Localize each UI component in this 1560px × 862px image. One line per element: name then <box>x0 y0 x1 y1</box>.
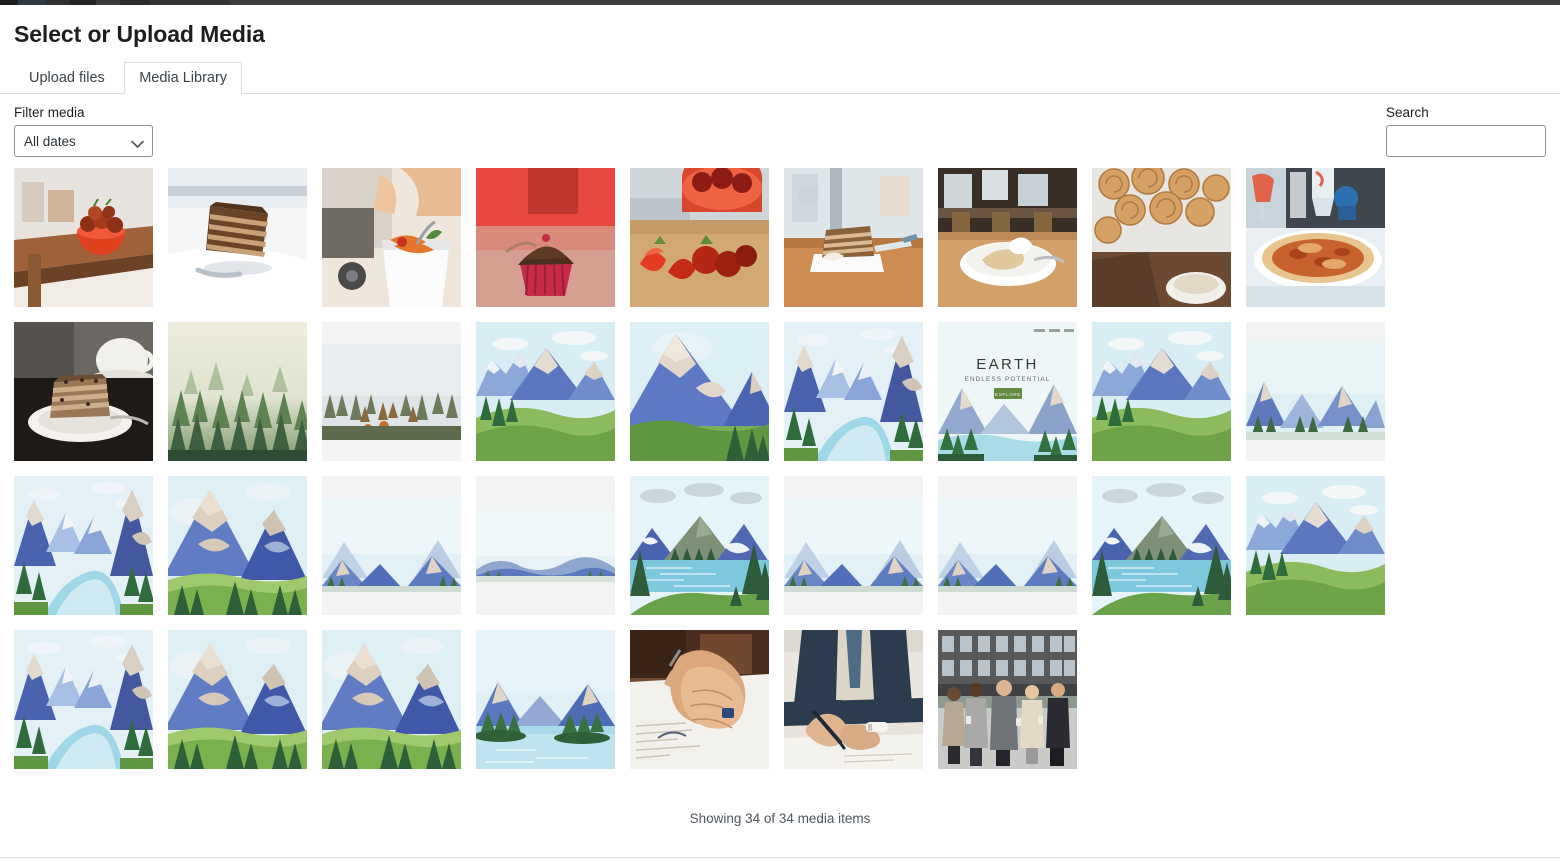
media-item-33[interactable] <box>784 630 923 769</box>
media-item-18[interactable] <box>1246 322 1385 461</box>
media-item-10[interactable] <box>14 322 153 461</box>
media-item-23[interactable] <box>630 476 769 615</box>
media-thumbnail-31 <box>476 630 615 769</box>
media-item-12[interactable] <box>322 322 461 461</box>
media-item-34[interactable] <box>938 630 1077 769</box>
search-input[interactable] <box>1386 125 1546 157</box>
media-thumbnail-7 <box>938 168 1077 307</box>
svg-text:ENDLESS POTENTIAL: ENDLESS POTENTIAL <box>965 376 1051 383</box>
media-thumbnail-28 <box>14 630 153 769</box>
media-count-status: Showing 34 of 34 media items <box>689 811 871 826</box>
media-item-14[interactable] <box>630 322 769 461</box>
media-item-29[interactable] <box>168 630 307 769</box>
search-group: Search <box>1386 94 1546 157</box>
media-thumbnail-33 <box>784 630 923 769</box>
media-thumbnail-32 <box>630 630 769 769</box>
media-item-6[interactable] <box>784 168 923 307</box>
media-thumbnail-23 <box>630 476 769 615</box>
media-item-30[interactable] <box>322 630 461 769</box>
media-item-31[interactable] <box>476 630 615 769</box>
media-thumbnail-1 <box>14 168 153 307</box>
media-thumbnail-10 <box>14 322 153 461</box>
media-item-22[interactable] <box>476 476 615 615</box>
media-thumbnail-8 <box>1092 168 1231 307</box>
media-thumbnail-16: EARTH ENDLESS POTENTIAL EXPLORE <box>938 322 1077 461</box>
filter-media-label: Filter media <box>14 105 85 120</box>
filter-bar: Filter media All dates Search <box>0 94 1560 157</box>
media-thumbnail-21 <box>322 476 461 615</box>
filter-media-group: Filter media All dates <box>14 94 153 157</box>
media-item-20[interactable] <box>168 476 307 615</box>
media-thumbnail-11 <box>168 322 307 461</box>
media-item-16[interactable]: EARTH ENDLESS POTENTIAL EXPLORE <box>938 322 1077 461</box>
media-grid: EARTH ENDLESS POTENTIAL EXPLORE <box>14 168 1548 784</box>
media-thumbnail-6 <box>784 168 923 307</box>
search-label: Search <box>1386 105 1429 120</box>
media-item-24[interactable] <box>784 476 923 615</box>
media-thumbnail-30 <box>322 630 461 769</box>
media-thumbnail-15 <box>784 322 923 461</box>
media-thumbnail-5 <box>630 168 769 307</box>
media-thumbnail-24 <box>784 476 923 615</box>
media-thumbnail-29 <box>168 630 307 769</box>
media-item-7[interactable] <box>938 168 1077 307</box>
media-thumbnail-18 <box>1246 322 1385 461</box>
media-thumbnail-4 <box>476 168 615 307</box>
svg-text:EXPLORE: EXPLORE <box>995 392 1021 397</box>
media-item-17[interactable] <box>1092 322 1231 461</box>
media-item-1[interactable] <box>14 168 153 307</box>
media-item-15[interactable] <box>784 322 923 461</box>
page-title: Select or Upload Media <box>14 21 265 47</box>
media-thumbnail-27 <box>1246 476 1385 615</box>
media-item-27[interactable] <box>1246 476 1385 615</box>
svg-text:EARTH: EARTH <box>976 356 1039 373</box>
media-item-11[interactable] <box>168 322 307 461</box>
media-tabs: Upload files Media Library <box>0 62 1560 94</box>
media-item-2[interactable] <box>168 168 307 307</box>
media-item-4[interactable] <box>476 168 615 307</box>
media-thumbnail-19 <box>14 476 153 615</box>
media-item-26[interactable] <box>1092 476 1231 615</box>
media-item-21[interactable] <box>322 476 461 615</box>
media-thumbnail-9 <box>1246 168 1385 307</box>
media-thumbnail-34 <box>938 630 1077 769</box>
media-modal: Select or Upload Media Upload files Medi… <box>0 5 1560 858</box>
tab-media-library[interactable]: Media Library <box>124 62 243 94</box>
media-thumbnail-22 <box>476 476 615 615</box>
media-thumbnail-20 <box>168 476 307 615</box>
media-thumbnail-12 <box>322 322 461 461</box>
media-item-3[interactable] <box>322 168 461 307</box>
media-thumbnail-25 <box>938 476 1077 615</box>
media-item-32[interactable] <box>630 630 769 769</box>
media-thumbnail-26 <box>1092 476 1231 615</box>
media-item-13[interactable] <box>476 322 615 461</box>
media-thumbnail-14 <box>630 322 769 461</box>
tab-upload-files[interactable]: Upload files <box>14 62 120 94</box>
media-item-28[interactable] <box>14 630 153 769</box>
media-thumbnail-3 <box>322 168 461 307</box>
media-item-25[interactable] <box>938 476 1077 615</box>
media-thumbnail-17 <box>1092 322 1231 461</box>
media-thumbnail-2 <box>168 168 307 307</box>
media-item-9[interactable] <box>1246 168 1385 307</box>
date-filter-select[interactable]: All dates <box>14 125 153 157</box>
media-item-5[interactable] <box>630 168 769 307</box>
media-item-8[interactable] <box>1092 168 1231 307</box>
media-thumbnail-13 <box>476 322 615 461</box>
date-filter-wrapper: All dates <box>14 125 153 157</box>
media-item-19[interactable] <box>14 476 153 615</box>
